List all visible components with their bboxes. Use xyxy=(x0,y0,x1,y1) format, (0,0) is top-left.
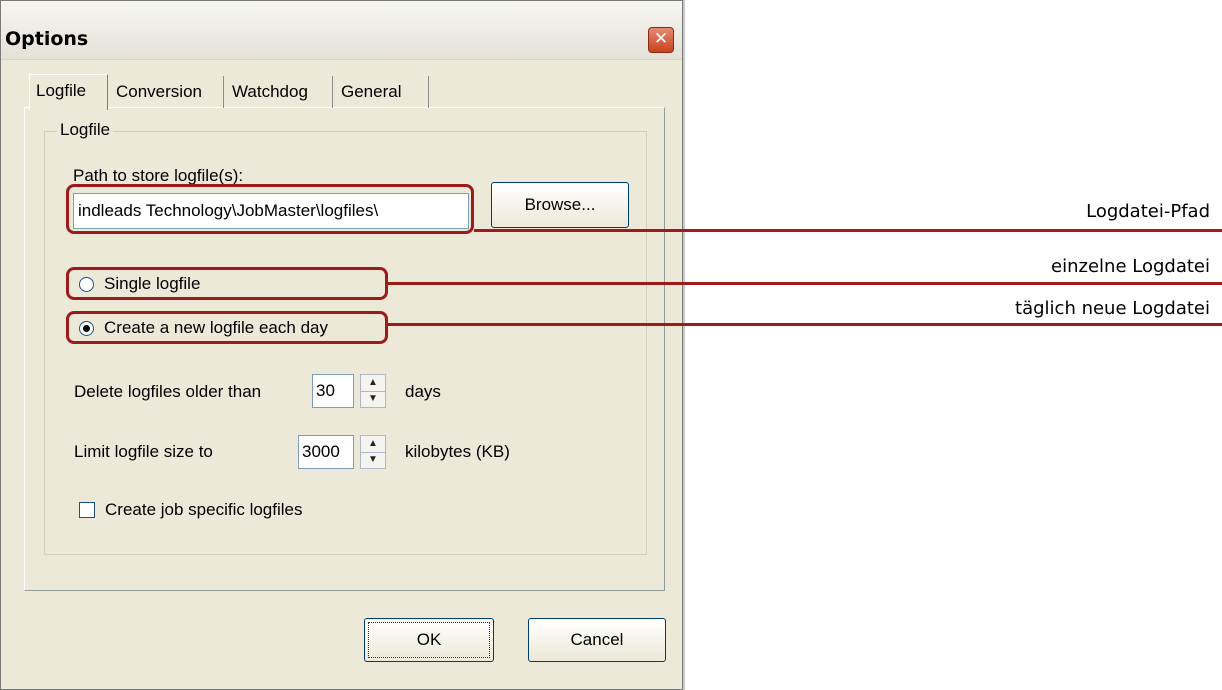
daily-annotation: täglich neue Logdatei xyxy=(1015,298,1210,319)
spin-down-icon[interactable]: ▼ xyxy=(361,391,385,407)
cancel-button[interactable]: Cancel xyxy=(528,618,666,662)
options-dialog: Options ✕ Logfile Conversion Watchdog Ge… xyxy=(0,0,683,690)
tab-conversion[interactable]: Conversion xyxy=(110,76,224,108)
job-specific-label[interactable]: Create job specific logfiles xyxy=(105,500,302,520)
dialog-title: Options xyxy=(5,28,89,50)
single-annotation: einzelne Logdatei xyxy=(1051,256,1210,277)
path-annotation: Logdatei-Pfad xyxy=(1086,201,1210,222)
delete-days-spinner[interactable]: ▲ ▼ xyxy=(360,374,386,408)
close-icon[interactable]: ✕ xyxy=(648,27,674,53)
tab-logfile[interactable]: Logfile xyxy=(29,74,108,110)
tab-general[interactable]: General xyxy=(335,76,429,108)
limit-size-spinner[interactable]: ▲ ▼ xyxy=(360,435,386,469)
job-specific-checkbox[interactable] xyxy=(79,502,95,518)
daily-highlight xyxy=(66,311,388,344)
browse-button[interactable]: Browse... xyxy=(491,182,629,228)
delete-days-input[interactable]: 30 xyxy=(312,374,354,408)
single-highlight xyxy=(66,267,388,300)
limit-size-label: Limit logfile size to xyxy=(74,442,213,461)
spin-down-icon[interactable]: ▼ xyxy=(361,452,385,468)
daily-callout-line xyxy=(388,323,1222,326)
limit-size-unit: kilobytes (KB) xyxy=(405,442,510,461)
title-bar[interactable]: Options ✕ xyxy=(1,1,682,60)
spin-up-icon[interactable]: ▲ xyxy=(361,375,385,392)
spin-up-icon[interactable]: ▲ xyxy=(361,436,385,453)
delete-days-unit: days xyxy=(405,382,441,401)
single-callout-line xyxy=(388,282,1222,285)
delete-older-label: Delete logfiles older than xyxy=(74,382,262,401)
path-highlight xyxy=(66,184,474,234)
tab-watchdog[interactable]: Watchdog xyxy=(226,76,333,108)
groupbox-label: Logfile xyxy=(57,120,114,140)
limit-size-input[interactable]: 3000 xyxy=(298,435,354,469)
ok-button[interactable]: OK xyxy=(364,618,494,662)
path-callout-line xyxy=(474,229,1222,232)
path-label: Path to store logfile(s): xyxy=(73,166,244,185)
